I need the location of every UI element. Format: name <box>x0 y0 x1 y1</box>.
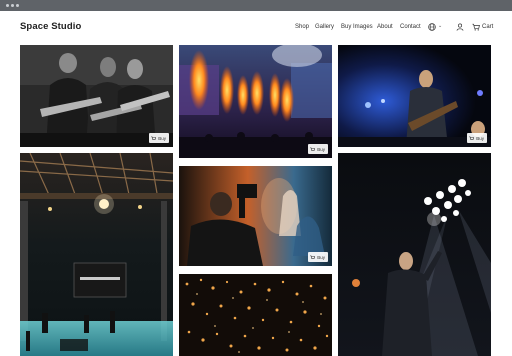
cart-icon <box>310 146 316 151</box>
nav-contact[interactable]: Contact <box>400 24 421 30</box>
photo-image <box>179 274 332 356</box>
cart-icon <box>469 135 475 140</box>
photo-image <box>338 153 491 356</box>
window-dot <box>16 4 19 7</box>
cart-icon <box>151 135 157 140</box>
nav-buy-images[interactable]: Buy Images <box>341 24 373 30</box>
photo-image <box>20 153 173 356</box>
globe-icon[interactable] <box>428 23 436 31</box>
nav-gallery[interactable]: Gallery <box>315 24 334 30</box>
cart-icon[interactable] <box>472 23 480 31</box>
cart-label[interactable]: Cart <box>482 24 493 30</box>
gallery-photo-stage-flames[interactable]: Buy <box>179 45 332 158</box>
photo-image <box>338 45 491 147</box>
buy-button[interactable]: Buy <box>467 133 487 143</box>
buy-button[interactable]: Buy <box>308 252 328 262</box>
gallery-photo-guitarist-blue[interactable]: Buy <box>338 45 491 147</box>
photo-image <box>179 45 332 158</box>
buy-button[interactable]: Buy <box>308 144 328 154</box>
cart-icon <box>310 254 316 259</box>
gallery-photo-concert-hall[interactable] <box>20 153 173 356</box>
buy-label: Buy <box>476 135 484 141</box>
gallery-photo-crowd-lights[interactable] <box>179 274 332 356</box>
chevron-down-icon[interactable]: ⌄ <box>438 23 442 29</box>
buy-button[interactable]: Buy <box>149 133 169 143</box>
buy-label: Buy <box>317 146 325 152</box>
buy-label: Buy <box>317 254 325 260</box>
window-dot <box>11 4 14 7</box>
gallery-photo-guitarists[interactable]: Buy <box>20 45 173 147</box>
page: Space Studio Shop Gallery Buy Images Abo… <box>0 11 512 356</box>
photo-image <box>179 166 332 266</box>
nav-about[interactable]: About <box>377 24 393 30</box>
user-icon[interactable] <box>456 23 464 31</box>
site-logo[interactable]: Space Studio <box>20 21 81 32</box>
gallery-photo-camera-operator[interactable]: Buy <box>179 166 332 266</box>
buy-label: Buy <box>158 135 166 141</box>
window-dot <box>6 4 9 7</box>
browser-top-bar <box>0 0 512 11</box>
gallery-photo-singer-spotlights[interactable] <box>338 153 491 356</box>
nav-shop[interactable]: Shop <box>295 24 309 30</box>
photo-image <box>20 45 173 147</box>
